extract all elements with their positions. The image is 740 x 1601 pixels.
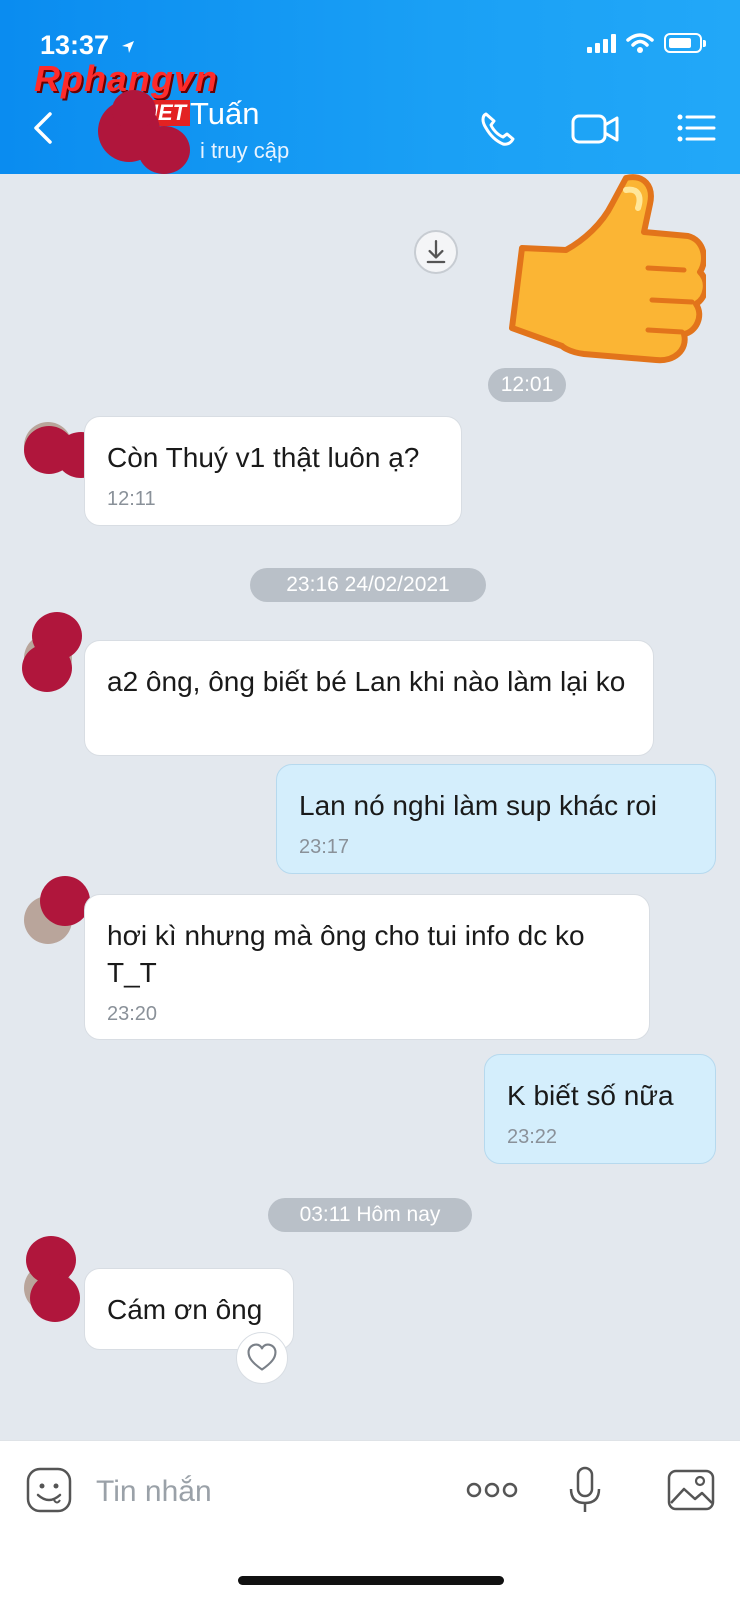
status-time: 13:37 bbox=[40, 30, 135, 61]
chat-header: 13:37 Rphangvn .NET Tuấn i truy cập bbox=[0, 0, 740, 174]
time-divider: 03:11 Hôm nay bbox=[268, 1198, 472, 1232]
location-arrow-icon bbox=[121, 41, 134, 53]
message-bubble-received[interactable]: a2 ông, ông biết bé Lan khi nào làm lại … bbox=[84, 640, 654, 756]
message-text: a2 ông, ông biết bé Lan khi nào làm lại … bbox=[107, 666, 626, 697]
contact-name[interactable]: Tuấn bbox=[190, 96, 260, 132]
chat-area[interactable]: 12:01 Còn Thuý v1 thật luôn ạ? 12:11 23:… bbox=[0, 174, 740, 1440]
more-options-button[interactable] bbox=[462, 1465, 522, 1515]
message-time: 12:11 bbox=[107, 488, 156, 510]
message-input[interactable] bbox=[94, 1469, 438, 1515]
redacted-avatar-mark-2 bbox=[22, 644, 72, 692]
message-text: Cám ơn ông bbox=[107, 1294, 263, 1325]
video-call-button[interactable] bbox=[570, 108, 622, 148]
redacted-avatar-mark bbox=[40, 876, 90, 926]
image-gallery-button[interactable] bbox=[666, 1465, 716, 1515]
sticker-emoji-button[interactable] bbox=[24, 1465, 74, 1515]
message-bubble-sent[interactable]: K biết số nữa 23:22 bbox=[484, 1054, 716, 1164]
wifi-icon bbox=[626, 33, 654, 53]
home-indicator bbox=[238, 1576, 504, 1585]
redacted-name-mark-2 bbox=[112, 90, 156, 130]
redacted-avatar-mark-2 bbox=[30, 1274, 80, 1322]
message-text: hơi kì nhưng mà ông cho tui info dc ko T… bbox=[107, 920, 585, 988]
download-sticker-button[interactable] bbox=[414, 230, 458, 274]
back-button[interactable] bbox=[28, 108, 58, 148]
message-bubble-sent[interactable]: Lan nó nghi làm sup khác roi 23:17 bbox=[276, 764, 716, 874]
status-icons bbox=[587, 32, 706, 54]
battery-icon bbox=[664, 33, 702, 53]
message-time: 23:22 bbox=[507, 1126, 558, 1148]
redacted-name-mark bbox=[138, 126, 190, 174]
message-time: 23:20 bbox=[107, 1003, 158, 1025]
status-time-text: 13:37 bbox=[40, 30, 110, 60]
contact-status: i truy cập bbox=[200, 138, 290, 163]
message-text: K biết số nữa bbox=[507, 1080, 674, 1111]
thumbs-up-sticker[interactable] bbox=[506, 170, 706, 370]
microphone-button[interactable] bbox=[560, 1465, 610, 1515]
message-text: Lan nó nghi làm sup khác roi bbox=[299, 790, 657, 821]
heart-react-button[interactable] bbox=[236, 1332, 288, 1384]
message-time: 23:17 bbox=[299, 836, 350, 858]
time-divider: 12:01 bbox=[488, 368, 566, 402]
message-bubble-received[interactable]: hơi kì nhưng mà ông cho tui info dc ko T… bbox=[84, 894, 650, 1040]
menu-list-button[interactable] bbox=[674, 108, 718, 148]
phone-call-button[interactable] bbox=[476, 108, 520, 148]
message-bubble-received[interactable]: Còn Thuý v1 thật luôn ạ? 12:11 bbox=[84, 416, 462, 526]
time-divider: 23:16 24/02/2021 bbox=[250, 568, 486, 602]
signal-icon bbox=[587, 33, 616, 53]
message-text: Còn Thuý v1 thật luôn ạ? bbox=[107, 442, 420, 473]
